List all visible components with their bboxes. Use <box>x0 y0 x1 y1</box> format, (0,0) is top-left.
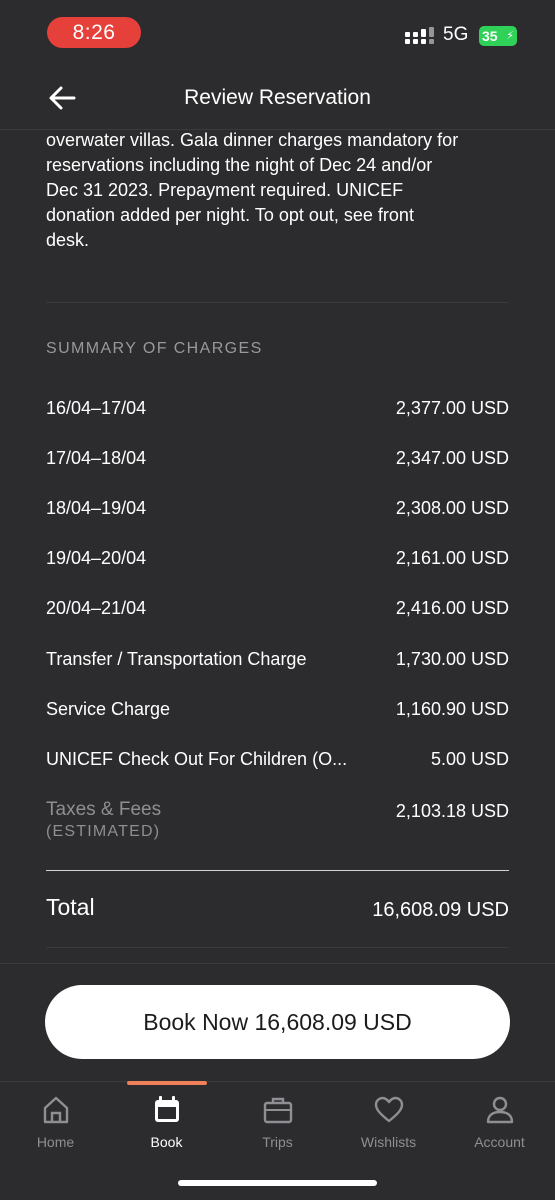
charge-label: Transfer / Transportation Charge <box>46 649 307 669</box>
tab-home[interactable]: Home <box>0 1082 111 1162</box>
charge-row: Service Charge 1,160.90 USD <box>46 699 509 729</box>
tab-label: Book <box>150 1134 183 1150</box>
charge-value: 2,416.00 USD <box>395 598 509 618</box>
book-now-button[interactable]: Book Now 16,608.09 USD <box>45 985 510 1059</box>
divider <box>46 302 509 303</box>
divider <box>46 947 509 948</box>
tab-label: Account <box>474 1134 525 1150</box>
charge-label: 20/04–21/04 <box>46 598 147 618</box>
charge-value: 1,730.00 USD <box>395 649 509 669</box>
charge-row: UNICEF Check Out For Children (O... 5.00… <box>46 749 509 779</box>
charge-row: 20/04–21/04 2,416.00 USD <box>46 598 509 628</box>
taxes-sublabel: (ESTIMATED) <box>46 823 161 840</box>
signal-icon <box>405 27 435 45</box>
charge-row: 16/04–17/04 2,377.00 USD <box>46 398 509 428</box>
charge-label: 19/04–20/04 <box>46 548 147 568</box>
policy-line: Dec 31 2023. Prepayment required. UNICEF <box>46 180 404 200</box>
tab-label: Wishlists <box>360 1134 417 1150</box>
charge-label: 18/04–19/04 <box>46 498 147 518</box>
tab-book[interactable]: Book <box>111 1082 222 1162</box>
tab-trips[interactable]: Trips <box>222 1082 333 1162</box>
charge-value: 2,347.00 USD <box>395 448 509 468</box>
charge-row: 18/04–19/04 2,308.00 USD <box>46 498 509 528</box>
heart-icon <box>373 1094 405 1126</box>
policy-line: reservations including the night of Dec … <box>46 155 433 175</box>
policy-line: desk. <box>46 230 90 250</box>
briefcase-icon <box>262 1094 294 1126</box>
home-icon <box>40 1094 72 1126</box>
charge-label: UNICEF Check Out For Children (O... <box>46 749 348 769</box>
policy-line: overwater villas. Gala dinner charges ma… <box>46 130 459 150</box>
charge-row: 17/04–18/04 2,347.00 USD <box>46 448 509 478</box>
person-icon <box>484 1094 516 1126</box>
tab-label: Home <box>36 1134 75 1150</box>
taxes-value: 2,103.18 USD <box>395 801 509 821</box>
battery-level: 35 <box>482 28 498 44</box>
calendar-icon <box>151 1094 183 1126</box>
tab-wishlists[interactable]: Wishlists <box>333 1082 444 1162</box>
header: Review Reservation <box>0 68 555 130</box>
network-label: 5G <box>443 24 469 45</box>
charge-row: 19/04–20/04 2,161.00 USD <box>46 548 509 578</box>
tab-account[interactable]: Account <box>444 1082 555 1162</box>
charge-value: 5.00 USD <box>430 749 509 769</box>
charge-value: 1,160.90 USD <box>395 699 509 719</box>
charge-label: 17/04–18/04 <box>46 448 147 468</box>
battery-icon: 35 ⚡ <box>479 26 517 46</box>
footer-divider <box>0 963 555 964</box>
tab-label: Trips <box>262 1134 293 1150</box>
status-bar: 8:26 5G 35 ⚡ <box>0 0 555 68</box>
charge-label: Service Charge <box>46 699 171 719</box>
home-indicator[interactable] <box>178 1180 377 1186</box>
charge-row: Transfer / Transportation Charge 1,730.0… <box>46 649 509 679</box>
charge-value: 2,377.00 USD <box>395 398 509 418</box>
charge-label: 16/04–17/04 <box>46 398 147 418</box>
status-time: 8:26 <box>47 17 141 48</box>
page-title: Review Reservation <box>184 86 371 109</box>
charge-value: 2,308.00 USD <box>395 498 509 518</box>
total-label: Total <box>46 894 95 920</box>
policy-text: overwater villas. Gala dinner charges ma… <box>46 128 516 272</box>
total-divider <box>46 870 509 871</box>
policy-line: donation added per night. To opt out, se… <box>46 205 414 225</box>
total-value: 16,608.09 USD <box>372 899 509 921</box>
charge-value: 2,161.00 USD <box>395 548 509 568</box>
summary-title: SUMMARY OF CHARGES <box>46 340 263 357</box>
taxes-label: Taxes & Fees <box>46 799 162 820</box>
